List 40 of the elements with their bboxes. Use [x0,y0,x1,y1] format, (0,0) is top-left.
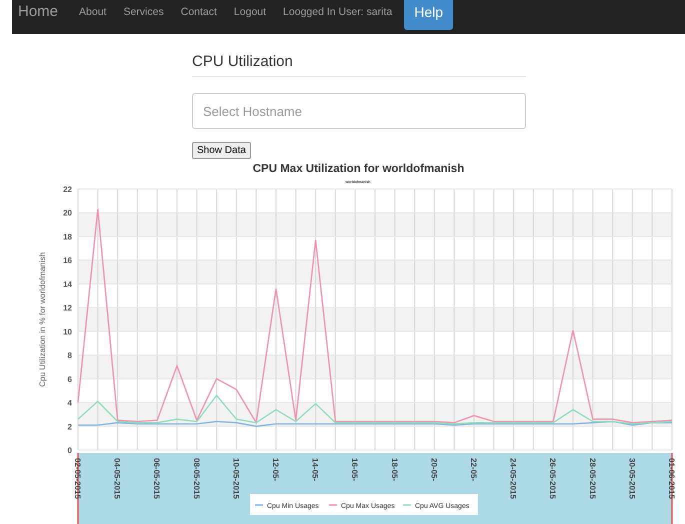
logged-in-user: Loogged In User: sarita [282,5,394,18]
x-tick-label: 24-05-2015 [508,458,518,499]
y-tick-label: 2 [68,422,72,432]
y-tick-label: 16 [63,256,72,266]
x-tick-label: 26-05-2015 [548,458,558,499]
x-tick-label: 08-05-2015 [192,458,201,499]
x-tick-label: 10-05-2015 [231,458,240,499]
hostname-field[interactable]: Select Hostname [192,93,526,129]
x-tick-label: 12-05- [271,458,280,482]
nav-link[interactable]: Logout [224,0,274,18]
y-tick-label: 10 [63,327,72,336]
y-axis-label: Cpu Utilization in % for worldofmanish [38,252,47,387]
y-tick-label: 22 [63,185,72,194]
show-data-button[interactable]: Show Data [192,142,251,159]
x-tick-label: 06-05-2015 [152,458,162,499]
y-tick-label: 0 [68,446,72,455]
nav-link[interactable]: Services [114,0,172,18]
y-tick-label: 12 [63,304,72,313]
x-tick-label: 22-05- [469,458,478,482]
x-tick-label: 18-05- [390,458,399,482]
y-tick-label: 14 [63,280,72,289]
x-tick-label: 02-05-2015 [73,458,82,499]
y-tick-label: 6 [68,374,72,384]
y-tick-label: 20 [63,208,72,218]
chart-title: CPU Max Utilization for worldofmanish [252,162,466,176]
y-tick-label: 18 [63,232,72,242]
y-tick-label: 4 [68,398,72,408]
nav-link[interactable]: About [70,0,114,18]
x-tick-label: 20-05- [429,458,438,482]
nav-link[interactable]: Contact [172,0,225,18]
home-link[interactable]: Home [12,0,70,20]
y-tick-label: 8 [68,351,72,360]
x-tick-label: 01-06-2015 [667,458,676,499]
x-tick-label: 04-05-2015 [112,458,122,499]
x-tick-label: 30-05-2015 [627,458,636,499]
page-heading: CPU Utilization [192,53,526,77]
x-tick-label: 28-05-2015 [588,458,597,499]
x-tick-label: 16-05- [350,458,360,482]
help-button[interactable]: Help [404,0,453,30]
x-tick-label: 14-05- [310,458,320,482]
